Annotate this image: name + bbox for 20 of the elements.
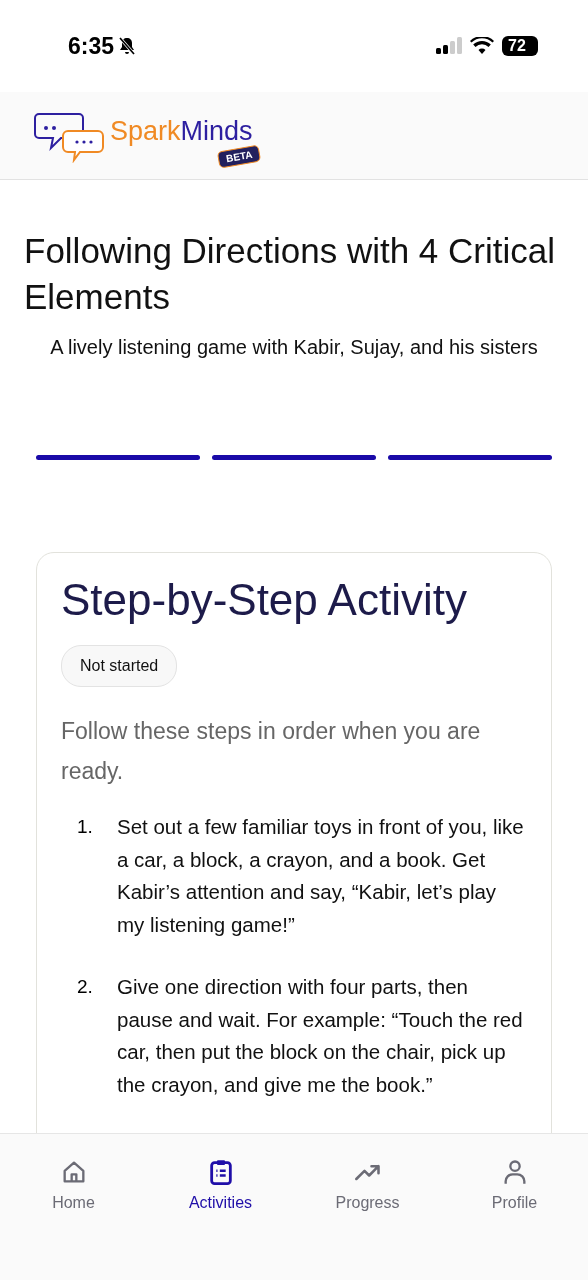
app-logo-text: SparkMinds [110,116,253,146]
clock-time: 6:35 [68,32,115,60]
battery-level: 72 [502,36,538,56]
nav-tab[interactable]: Progress [307,1134,428,1224]
step-number: 2. [76,975,94,999]
step-text: Set out a few familiar toys in front of you, like a car, a block, a crayon, and a book. Get Kabir’s attention and say, “Kabir, let’s play my listening game!” [117,814,525,938]
muted-bell-icon [117,36,138,56]
instructions-text: Follow these steps in order when you are ready. [61,717,482,786]
step-text: Give one direction with four parts, then pause and wait. For example: “Touch the red car, then put the block on the chair, pick up the crayon, and give me the book.” [117,974,524,1098]
nav-tab[interactable]: Profile [454,1134,575,1224]
activity-subtitle: A lively listening game with Kabir, Sujay, and his sisters [49,336,539,359]
wifi-icon [470,37,494,55]
status-badge: Not started [61,645,178,687]
nav-tab[interactable]: Activities [160,1134,281,1224]
signal-icon [436,37,462,55]
step-number: 1. [76,815,94,839]
card-title: Step-by-Step Activity [61,575,468,625]
nav-tab[interactable]: Home [13,1134,134,1224]
activity-title: Following Directions with 4 Critical Elements [24,230,556,318]
beta-badge: BETA [216,144,262,169]
